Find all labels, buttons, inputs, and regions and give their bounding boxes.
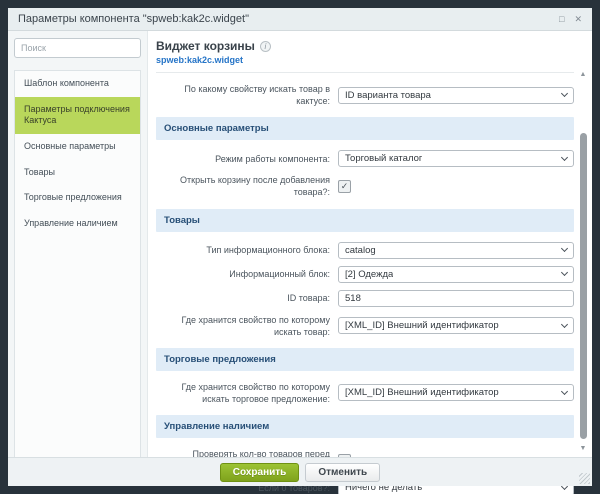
product-id-input[interactable]: [338, 290, 574, 307]
form-row-product-property: Где хранится свойство по которому искать…: [156, 314, 574, 338]
chevron-down-icon: [561, 90, 568, 97]
form-row-cactus-search-property: По какому свойству искать товар в кактус…: [156, 83, 574, 107]
dialog-footer: Сохранить Отменить: [8, 457, 592, 486]
field-label: Где хранится свойство по которому искать…: [156, 381, 338, 405]
section-stock: Управление наличием: [156, 415, 574, 438]
field-label: Открыть корзину после добавления товара?…: [156, 174, 338, 198]
field-label: Тип информационного блока:: [156, 244, 338, 256]
scrollbar: ▲ ▼: [577, 71, 589, 453]
field-label: ID товара:: [156, 292, 338, 304]
search-input[interactable]: [14, 38, 141, 58]
sidebar: Шаблон компонента Параметры подключения …: [8, 31, 148, 457]
chevron-down-icon: [561, 321, 568, 328]
form-row-iblock-type: Тип информационного блока: catalog: [156, 242, 574, 259]
component-mode-select[interactable]: Торговый каталог: [338, 150, 574, 167]
sidebar-item-offers[interactable]: Торговые предложения: [15, 185, 140, 211]
dialog-body: Шаблон компонента Параметры подключения …: [8, 31, 592, 457]
cactus-search-property-select[interactable]: ID варианта товара: [338, 87, 574, 104]
info-icon[interactable]: i: [260, 41, 271, 52]
component-code: spweb:kak2c.widget: [156, 55, 574, 65]
field-label: Информационный блок:: [156, 268, 338, 280]
section-main-params: Основные параметры: [156, 117, 574, 140]
dialog-title: Параметры компонента "spweb:kak2c.widget…: [18, 13, 549, 25]
component-header: Виджет корзины i spweb:kak2c.widget: [156, 39, 574, 73]
scrollbar-thumb[interactable]: [580, 133, 587, 439]
field-label: Где хранится свойство по которому искать…: [156, 314, 338, 338]
form-row-open-cart-after-add: Открыть корзину после добавления товара?…: [156, 174, 574, 198]
scroll-up-icon[interactable]: ▲: [577, 71, 589, 79]
resize-grip[interactable]: [579, 473, 590, 484]
chevron-down-icon: [561, 388, 568, 395]
form-row-iblock: Информационный блок: [2] Одежда: [156, 266, 574, 283]
sidebar-item-component-template[interactable]: Шаблон компонента: [15, 71, 140, 97]
section-products: Товары: [156, 209, 574, 232]
form-row-product-id: ID товара:: [156, 290, 574, 307]
chevron-down-icon: [561, 269, 568, 276]
cancel-button[interactable]: Отменить: [305, 463, 380, 482]
sidebar-item-stock[interactable]: Управление наличием: [15, 211, 140, 237]
close-icon[interactable]: ✕: [574, 15, 582, 24]
field-label: Режим работы компонента:: [156, 153, 338, 165]
product-property-select[interactable]: [XML_ID] Внешний идентификатор: [338, 317, 574, 334]
page-title: Виджет корзины: [156, 39, 255, 53]
field-label: По какому свойству искать товар в кактус…: [156, 83, 338, 107]
section-offers: Торговые предложения: [156, 348, 574, 371]
params-form: По какому свойству искать товар в кактус…: [156, 73, 574, 494]
dialog-frame: Параметры компонента "spweb:kak2c.widget…: [0, 0, 600, 494]
main-panel: Виджет корзины i spweb:kak2c.widget По к…: [148, 31, 592, 457]
sidebar-item-products[interactable]: Товары: [15, 160, 140, 186]
maximize-icon[interactable]: □: [559, 15, 564, 24]
offer-property-select[interactable]: [XML_ID] Внешний идентификатор: [338, 384, 574, 401]
form-row-offer-property: Где хранится свойство по которому искать…: [156, 381, 574, 405]
scroll-down-icon[interactable]: ▼: [577, 445, 589, 453]
dialog-titlebar: Параметры компонента "spweb:kak2c.widget…: [8, 8, 592, 31]
save-button[interactable]: Сохранить: [220, 463, 300, 482]
sidebar-menu: Шаблон компонента Параметры подключения …: [14, 70, 141, 457]
sidebar-item-main-params[interactable]: Основные параметры: [15, 134, 140, 160]
iblock-type-select[interactable]: catalog: [338, 242, 574, 259]
sidebar-item-kaktus-connection[interactable]: Параметры подключения Кактуса: [15, 97, 140, 134]
chevron-down-icon: [561, 154, 568, 161]
form-row-component-mode: Режим работы компонента: Торговый катало…: [156, 150, 574, 167]
open-cart-checkbox[interactable]: ✓: [338, 180, 351, 193]
chevron-down-icon: [561, 245, 568, 252]
iblock-select[interactable]: [2] Одежда: [338, 266, 574, 283]
